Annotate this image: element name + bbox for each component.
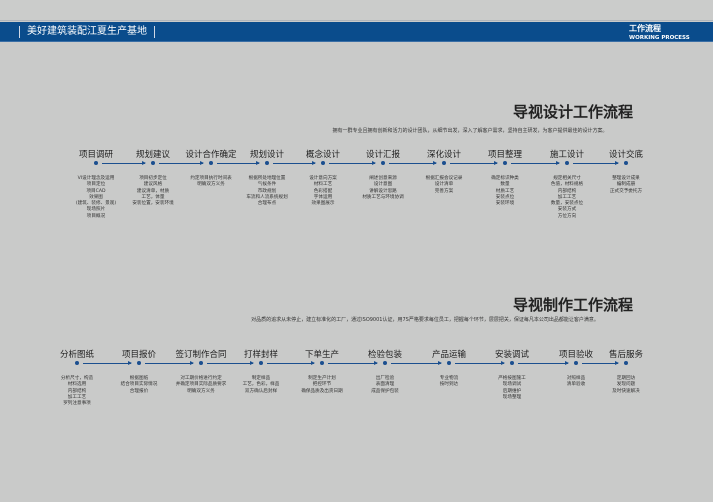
process-step: 售后服务定期回访 发现问题 及时快速解决 <box>586 348 666 395</box>
step-label: 售后服务 <box>608 350 643 360</box>
step-dot <box>94 161 98 165</box>
brand-name: 美好建筑装配江夏生产基地 <box>19 26 155 38</box>
step-dot <box>383 361 387 365</box>
step-dot <box>381 161 385 165</box>
step-description-line: 安装位置，安装环境 <box>132 201 174 207</box>
section-title-en: WORKING PROCESS <box>629 35 690 41</box>
step-dot <box>259 361 263 365</box>
step-dot <box>503 161 507 165</box>
section-title-cn: 工作流程 <box>629 24 661 33</box>
production-process-subtitle: 对品质的追求从未停止，建立标准化的工厂，通过ISO9001认证，用7S严格要求每… <box>251 317 599 323</box>
step-dot <box>321 161 325 165</box>
header-bar: 美好建筑装配江夏生产基地 工作流程 WORKING PROCESS <box>0 22 713 42</box>
step-dot <box>510 361 514 365</box>
step-description-line: 及时快速解决 <box>612 388 640 394</box>
step-description-line: 方位方向 <box>557 213 577 219</box>
step-dot <box>137 361 141 365</box>
step-dot <box>624 161 628 165</box>
step-description-line: 罗列注意事项 <box>63 401 91 407</box>
step-dot <box>447 361 451 365</box>
top-strip <box>0 0 713 21</box>
step-description-line: 成品保护包装 <box>371 388 399 394</box>
step-dot <box>442 161 446 165</box>
step-dot <box>320 361 324 365</box>
step-description-line: 项目概况 <box>86 213 106 219</box>
production-process-title: 导视制作工作流程 <box>513 296 634 314</box>
step-dot <box>624 361 628 365</box>
step-label: 设计交底 <box>608 150 643 160</box>
design-process-subtitle: 拥有一群专业且拥有创新和活力的设计团队，从细节出发，深入了解客户需求，坚持自主研… <box>332 128 608 134</box>
process-step: 设计交底整理设计成果 编制成册 正式交予委托方 <box>586 148 666 195</box>
step-dot <box>75 361 79 365</box>
step-description-line: 材质工艺与环境协调 <box>362 194 404 200</box>
step-description-line: 正式交予委托方 <box>609 188 643 194</box>
step-description-line: 效果图展示 <box>311 201 335 207</box>
step-description: 定期回访 发现问题 及时快速解决 <box>586 376 666 395</box>
step-dot <box>574 361 578 365</box>
section-label: 工作流程 WORKING PROCESS <box>629 25 690 42</box>
step-description-line: 现场整理 <box>502 394 522 400</box>
step-dot <box>265 161 269 165</box>
design-process-title: 导视设计工作流程 <box>513 103 634 121</box>
step-description: 整理设计成果 编制成册 正式交予委托方 <box>586 176 666 195</box>
step-dot <box>565 161 569 165</box>
step-dot <box>209 161 213 165</box>
step-dot <box>151 161 155 165</box>
step-dot <box>199 361 203 365</box>
